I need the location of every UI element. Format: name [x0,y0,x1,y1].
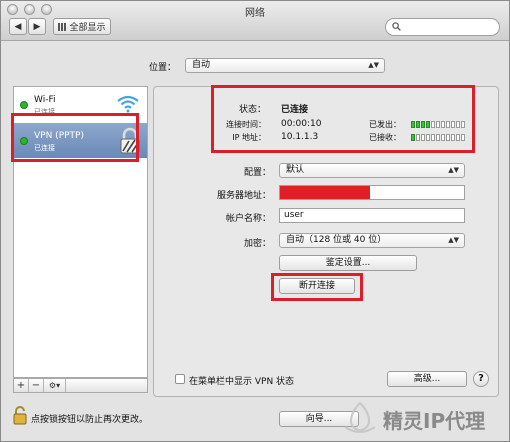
show-all-label: 全部显示 [69,23,106,33]
server-address-label: 服务器地址： [216,191,271,201]
service-list-toolbar: + − ⚙▾ [13,378,148,393]
advanced-button[interactable]: 高级... [387,371,467,387]
encryption-label: 加密： [243,239,271,249]
network-preferences-window: 网络 ◀ ▶ 全部显示 位置： 自动 ▲▼ Wi-Fi 已连接 VPN (PPT… [0,0,510,442]
wifi-icon [117,95,139,113]
configuration-value: 默认 [286,165,305,175]
account-name-field[interactable]: user [279,208,465,223]
location-value: 自动 [192,60,211,70]
search-icon [392,22,401,31]
status-label: 状态： [238,105,266,115]
encryption-popup[interactable]: 自动（128 位或 40 位） ▲▼ [279,233,465,248]
show-vpn-status-label: 在菜单栏中显示 VPN 状态 [189,377,295,387]
sent-label: 已发出： [369,120,401,129]
lock-hint-text: 点按锁按钮以防止再次更改。 [31,415,149,425]
ip-address-label: IP 地址： [232,133,266,142]
add-service-button[interactable]: + [14,379,29,392]
popup-arrows-icon: ▲▼ [448,236,459,244]
show-vpn-status-checkbox[interactable] [175,374,185,384]
watermark-logo-icon [344,401,376,433]
remove-service-button[interactable]: − [29,379,44,392]
status-dot-icon [20,101,28,109]
location-popup[interactable]: 自动 ▲▼ [185,58,385,73]
server-address-field[interactable] [279,185,465,200]
grid-icon [58,22,67,31]
title-bar: 网络 ◀ ▶ 全部显示 [1,1,509,41]
forward-button[interactable]: ▶ [28,18,46,35]
popup-arrows-icon: ▲▼ [448,166,459,174]
watermark: 精灵IP代理 [341,399,510,439]
received-meter [411,134,465,141]
configuration-label: 配置： [243,168,271,178]
sent-meter [411,121,465,128]
lock-icon[interactable] [13,405,27,425]
configuration-popup[interactable]: 默认 ▲▼ [279,163,465,178]
account-name-label: 帐户名称： [225,214,271,224]
location-label: 位置： [149,63,177,73]
connect-time-label: 连接时间： [226,120,266,129]
service-name: Wi-Fi [34,95,56,105]
highlight-vpn-service [11,113,139,162]
encryption-value: 自动（128 位或 40 位） [286,235,387,245]
help-button[interactable]: ? [473,371,489,387]
watermark-text: 精灵IP代理 [383,409,486,433]
status-value: 已连接 [281,105,309,115]
connect-time-value: 00:00:10 [281,119,322,129]
redacted-server-address [280,186,370,199]
action-gear-button[interactable]: ⚙▾ [44,379,66,392]
popup-arrows-icon: ▲▼ [368,61,379,69]
disconnect-button[interactable]: 断开连接 [279,278,355,294]
search-field[interactable] [385,18,500,36]
received-label: 已接收： [369,133,401,142]
ip-address-value: 10.1.1.3 [281,132,319,142]
show-all-button[interactable]: 全部显示 [53,18,111,35]
back-button[interactable]: ◀ [9,18,27,35]
authentication-settings-button[interactable]: 鉴定设置... [279,255,417,271]
window-title: 网络 [245,8,265,19]
